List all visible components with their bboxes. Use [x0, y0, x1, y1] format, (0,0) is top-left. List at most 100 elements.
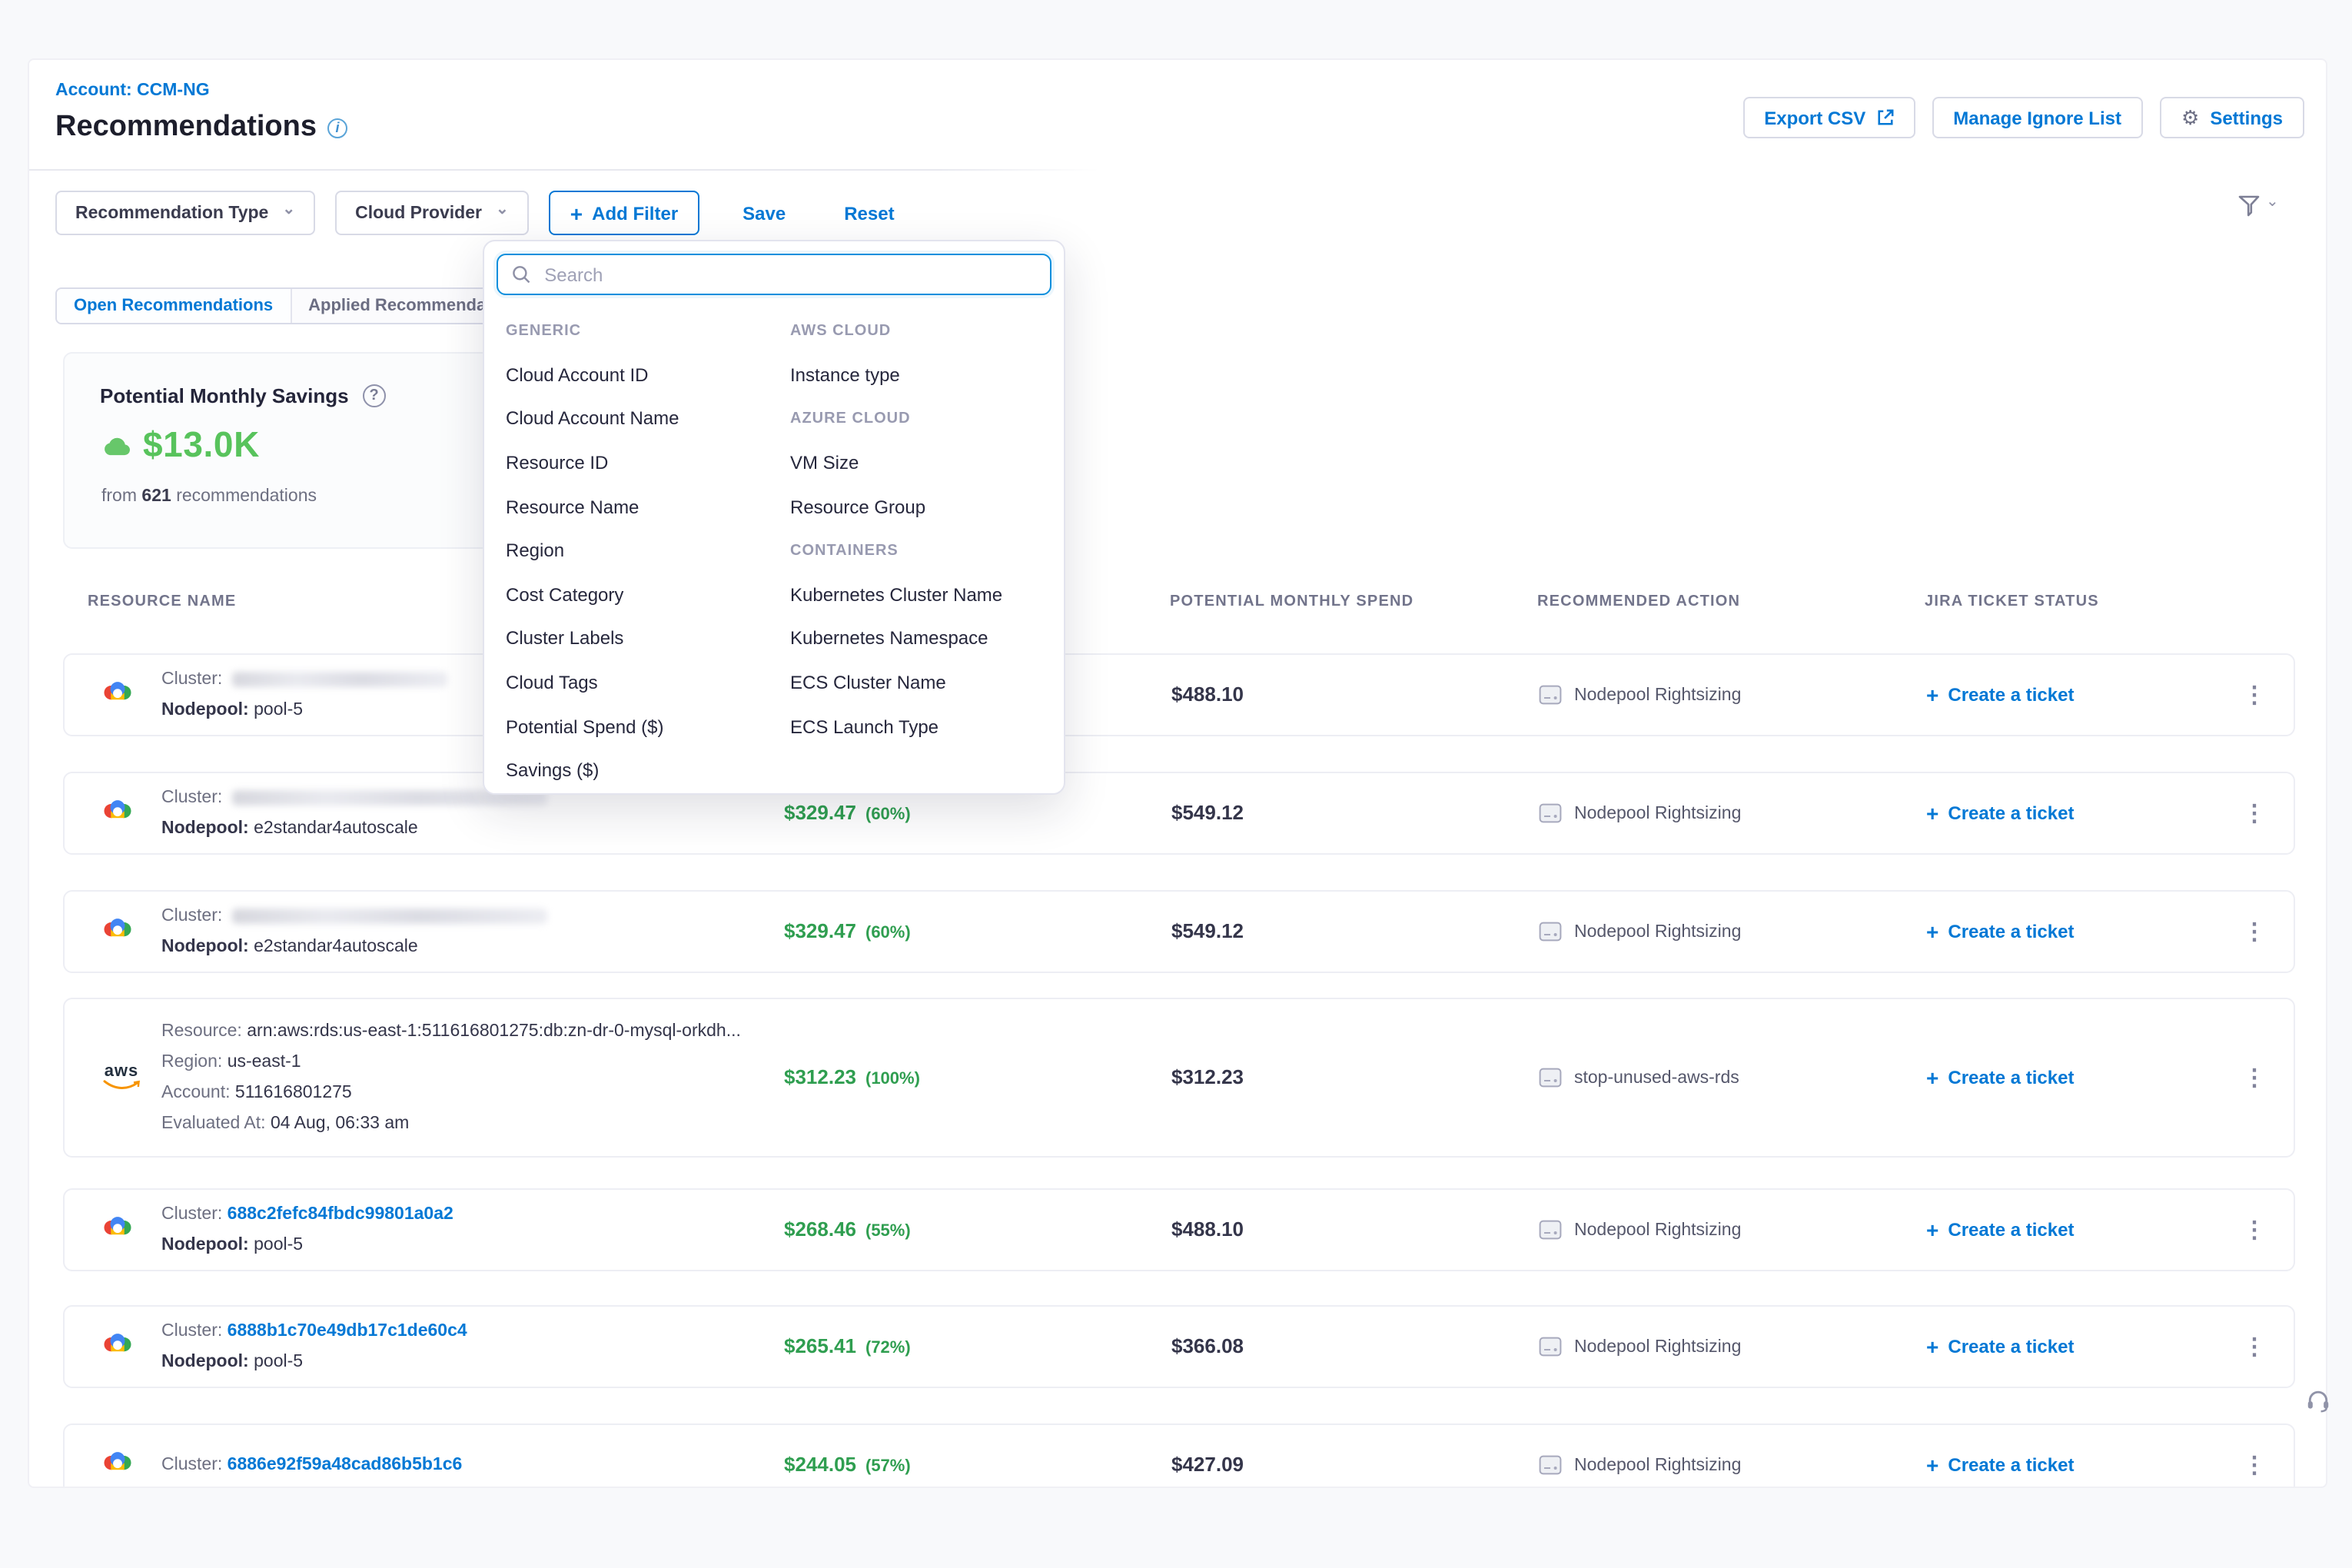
table-row[interactable]: Cluster: 6886e92f59a48cad86b5b1c6 $244.0…: [63, 1423, 2295, 1488]
section-title-azure-cloud: AZURE CLOUD: [790, 397, 1051, 440]
cloud-provider-filter[interactable]: Cloud Provider ⌄: [335, 191, 529, 235]
savings-value: $268.46: [784, 1218, 856, 1241]
create-ticket-button[interactable]: +Create a ticket: [1926, 1454, 2074, 1476]
plus-icon: +: [1926, 684, 1938, 706]
spend-value: $488.10: [1171, 1218, 1244, 1241]
gcp-icon: [101, 797, 134, 829]
col-header-jira-ticket-status: JIRA TICKET STATUS: [1925, 593, 2099, 610]
help-icon[interactable]: ?: [363, 384, 386, 407]
page-title: Recommendations: [55, 111, 317, 145]
col-header-resource-name: RESOURCE NAME: [88, 593, 236, 610]
recommendation-type-filter[interactable]: Recommendation Type ⌄: [55, 191, 315, 235]
dropdown-search[interactable]: [497, 254, 1051, 295]
filter-option-kubernetes-namespace[interactable]: Kubernetes Namespace: [790, 616, 1051, 660]
resource-name-cell: Cluster: 688c2fefc84fbdc99801a0a2 Nodepo…: [161, 1199, 453, 1261]
row-menu-button[interactable]: ⋮: [2243, 799, 2266, 827]
table-row[interactable]: Cluster: 688c2fefc84fbdc99801a0a2 Nodepo…: [63, 1188, 2295, 1271]
filter-option-resource-group[interactable]: Resource Group: [790, 485, 1051, 529]
table-row[interactable]: Cluster: 6888b1c70e49db17c1de60c4 Nodepo…: [63, 1305, 2295, 1388]
settings-button[interactable]: ⚙ Settings: [2160, 97, 2304, 138]
savings-value: $312.23: [784, 1065, 856, 1088]
savings-value: $265.41: [784, 1334, 856, 1357]
reset-filter-button[interactable]: Reset: [835, 201, 903, 225]
search-input[interactable]: [541, 262, 1036, 287]
spend-value: $427.09: [1171, 1453, 1244, 1476]
cluster-link[interactable]: 6888b1c70e49db17c1de60c4: [228, 1322, 467, 1340]
info-icon[interactable]: i: [327, 118, 347, 138]
add-filter-button[interactable]: + Add Filter: [549, 191, 699, 235]
plus-icon: +: [1926, 1454, 1938, 1476]
filter-option-vm-size[interactable]: VM Size: [790, 441, 1051, 485]
table-row[interactable]: aws Resource: arn:aws:rds:us-east-1:5116…: [63, 998, 2295, 1158]
filter-option-kubernetes-cluster-name[interactable]: Kubernetes Cluster Name: [790, 573, 1051, 616]
chevron-down-icon: ⌄: [282, 202, 295, 218]
row-menu-button[interactable]: ⋮: [2243, 918, 2266, 945]
support-headset-icon[interactable]: [2304, 1387, 2332, 1420]
savings-subtext: from 621 recommendations: [101, 487, 317, 506]
resource-name-cell: Cluster: Nodepool: e2standar4autoscale: [161, 901, 546, 962]
action-icon: [1539, 1337, 1562, 1357]
gear-icon: ⚙: [2181, 105, 2199, 130]
manage-ignore-list-button[interactable]: Manage Ignore List: [1932, 97, 2143, 138]
filter-option-resource-id[interactable]: Resource ID: [506, 441, 776, 485]
save-filter-button[interactable]: Save: [733, 201, 795, 225]
recommendations-count: 621: [141, 487, 171, 506]
filter-option-ecs-launch-type[interactable]: ECS Launch Type: [790, 705, 1051, 749]
spend-value: $488.10: [1171, 683, 1244, 706]
filter-option-savings[interactable]: Savings ($): [506, 749, 776, 792]
recommended-action: Nodepool Rightsizing: [1574, 922, 1741, 941]
cluster-link[interactable]: 688c2fefc84fbdc99801a0a2: [228, 1205, 453, 1224]
resource-name-cell: Cluster: 6888b1c70e49db17c1de60c4 Nodepo…: [161, 1316, 467, 1377]
redacted-cluster-id: [231, 672, 447, 687]
filter-option-cluster-labels[interactable]: Cluster Labels: [506, 616, 776, 660]
row-menu-button[interactable]: ⋮: [2243, 1451, 2266, 1479]
add-filter-dropdown: GENERIC Cloud Account ID Cloud Account N…: [483, 240, 1065, 795]
table-row[interactable]: Cluster: Nodepool: e2standar4autoscale $…: [63, 890, 2295, 973]
filter-option-resource-name[interactable]: Resource Name: [506, 485, 776, 529]
filter-funnel-button[interactable]: ⌄: [2238, 195, 2279, 217]
plus-icon: +: [1926, 1067, 1938, 1088]
filter-option-instance-type[interactable]: Instance type: [790, 353, 1051, 397]
filter-option-cloud-account-name[interactable]: Cloud Account Name: [506, 397, 776, 440]
aws-icon: aws: [101, 1064, 141, 1091]
row-menu-button[interactable]: ⋮: [2243, 1216, 2266, 1244]
tab-open-recommendations[interactable]: Open Recommendations: [57, 289, 290, 323]
account-breadcrumb[interactable]: Account: CCM-NG: [55, 81, 210, 100]
external-link-icon: [1876, 109, 1893, 126]
row-menu-button[interactable]: ⋮: [2243, 681, 2266, 709]
table-row[interactable]: Cluster: Nodepool: pool-5 $488.10 Nodepo…: [63, 653, 2295, 736]
filter-option-cloud-tags[interactable]: Cloud Tags: [506, 661, 776, 705]
create-ticket-button[interactable]: +Create a ticket: [1926, 1219, 2074, 1241]
action-icon: [1539, 1455, 1562, 1475]
filter-option-cloud-account-id[interactable]: Cloud Account ID: [506, 353, 776, 397]
gcp-icon: [101, 915, 134, 948]
spend-value: $366.08: [1171, 1334, 1244, 1357]
export-csv-button[interactable]: Export CSV: [1742, 97, 1915, 138]
create-ticket-button[interactable]: +Create a ticket: [1926, 1067, 2074, 1088]
filter-option-cost-category[interactable]: Cost Category: [506, 573, 776, 616]
create-ticket-button[interactable]: +Create a ticket: [1926, 802, 2074, 824]
plus-icon: +: [1926, 921, 1938, 942]
savings-card-title: Potential Monthly Savings: [100, 384, 349, 407]
action-icon: [1539, 1068, 1562, 1088]
create-ticket-button[interactable]: +Create a ticket: [1926, 684, 2074, 706]
plus-icon: +: [1926, 1219, 1938, 1241]
create-ticket-button[interactable]: +Create a ticket: [1926, 921, 2074, 942]
create-ticket-button[interactable]: +Create a ticket: [1926, 1336, 2074, 1357]
resource-name-cell: Resource: arn:aws:rds:us-east-1:51161680…: [161, 1016, 741, 1139]
gcp-icon: [101, 1330, 134, 1363]
filter-option-ecs-cluster-name[interactable]: ECS Cluster Name: [790, 661, 1051, 705]
row-menu-button[interactable]: ⋮: [2243, 1333, 2266, 1360]
table-row[interactable]: Cluster: Nodepool: e2standar4autoscale $…: [63, 772, 2295, 855]
section-title-generic: GENERIC: [506, 309, 776, 353]
savings-amount: $13.0K: [143, 424, 260, 466]
filter-option-region[interactable]: Region: [506, 529, 776, 573]
spend-value: $549.12: [1171, 801, 1244, 824]
section-title-aws-cloud: AWS CLOUD: [790, 309, 1051, 353]
row-menu-button[interactable]: ⋮: [2243, 1064, 2266, 1091]
savings-value: $244.05: [784, 1453, 856, 1476]
funnel-icon: [2238, 195, 2261, 217]
filter-option-potential-spend[interactable]: Potential Spend ($): [506, 705, 776, 749]
cluster-link[interactable]: 6886e92f59a48cad86b5b1c6: [228, 1456, 463, 1474]
chevron-down-icon: ⌄: [2266, 195, 2279, 211]
